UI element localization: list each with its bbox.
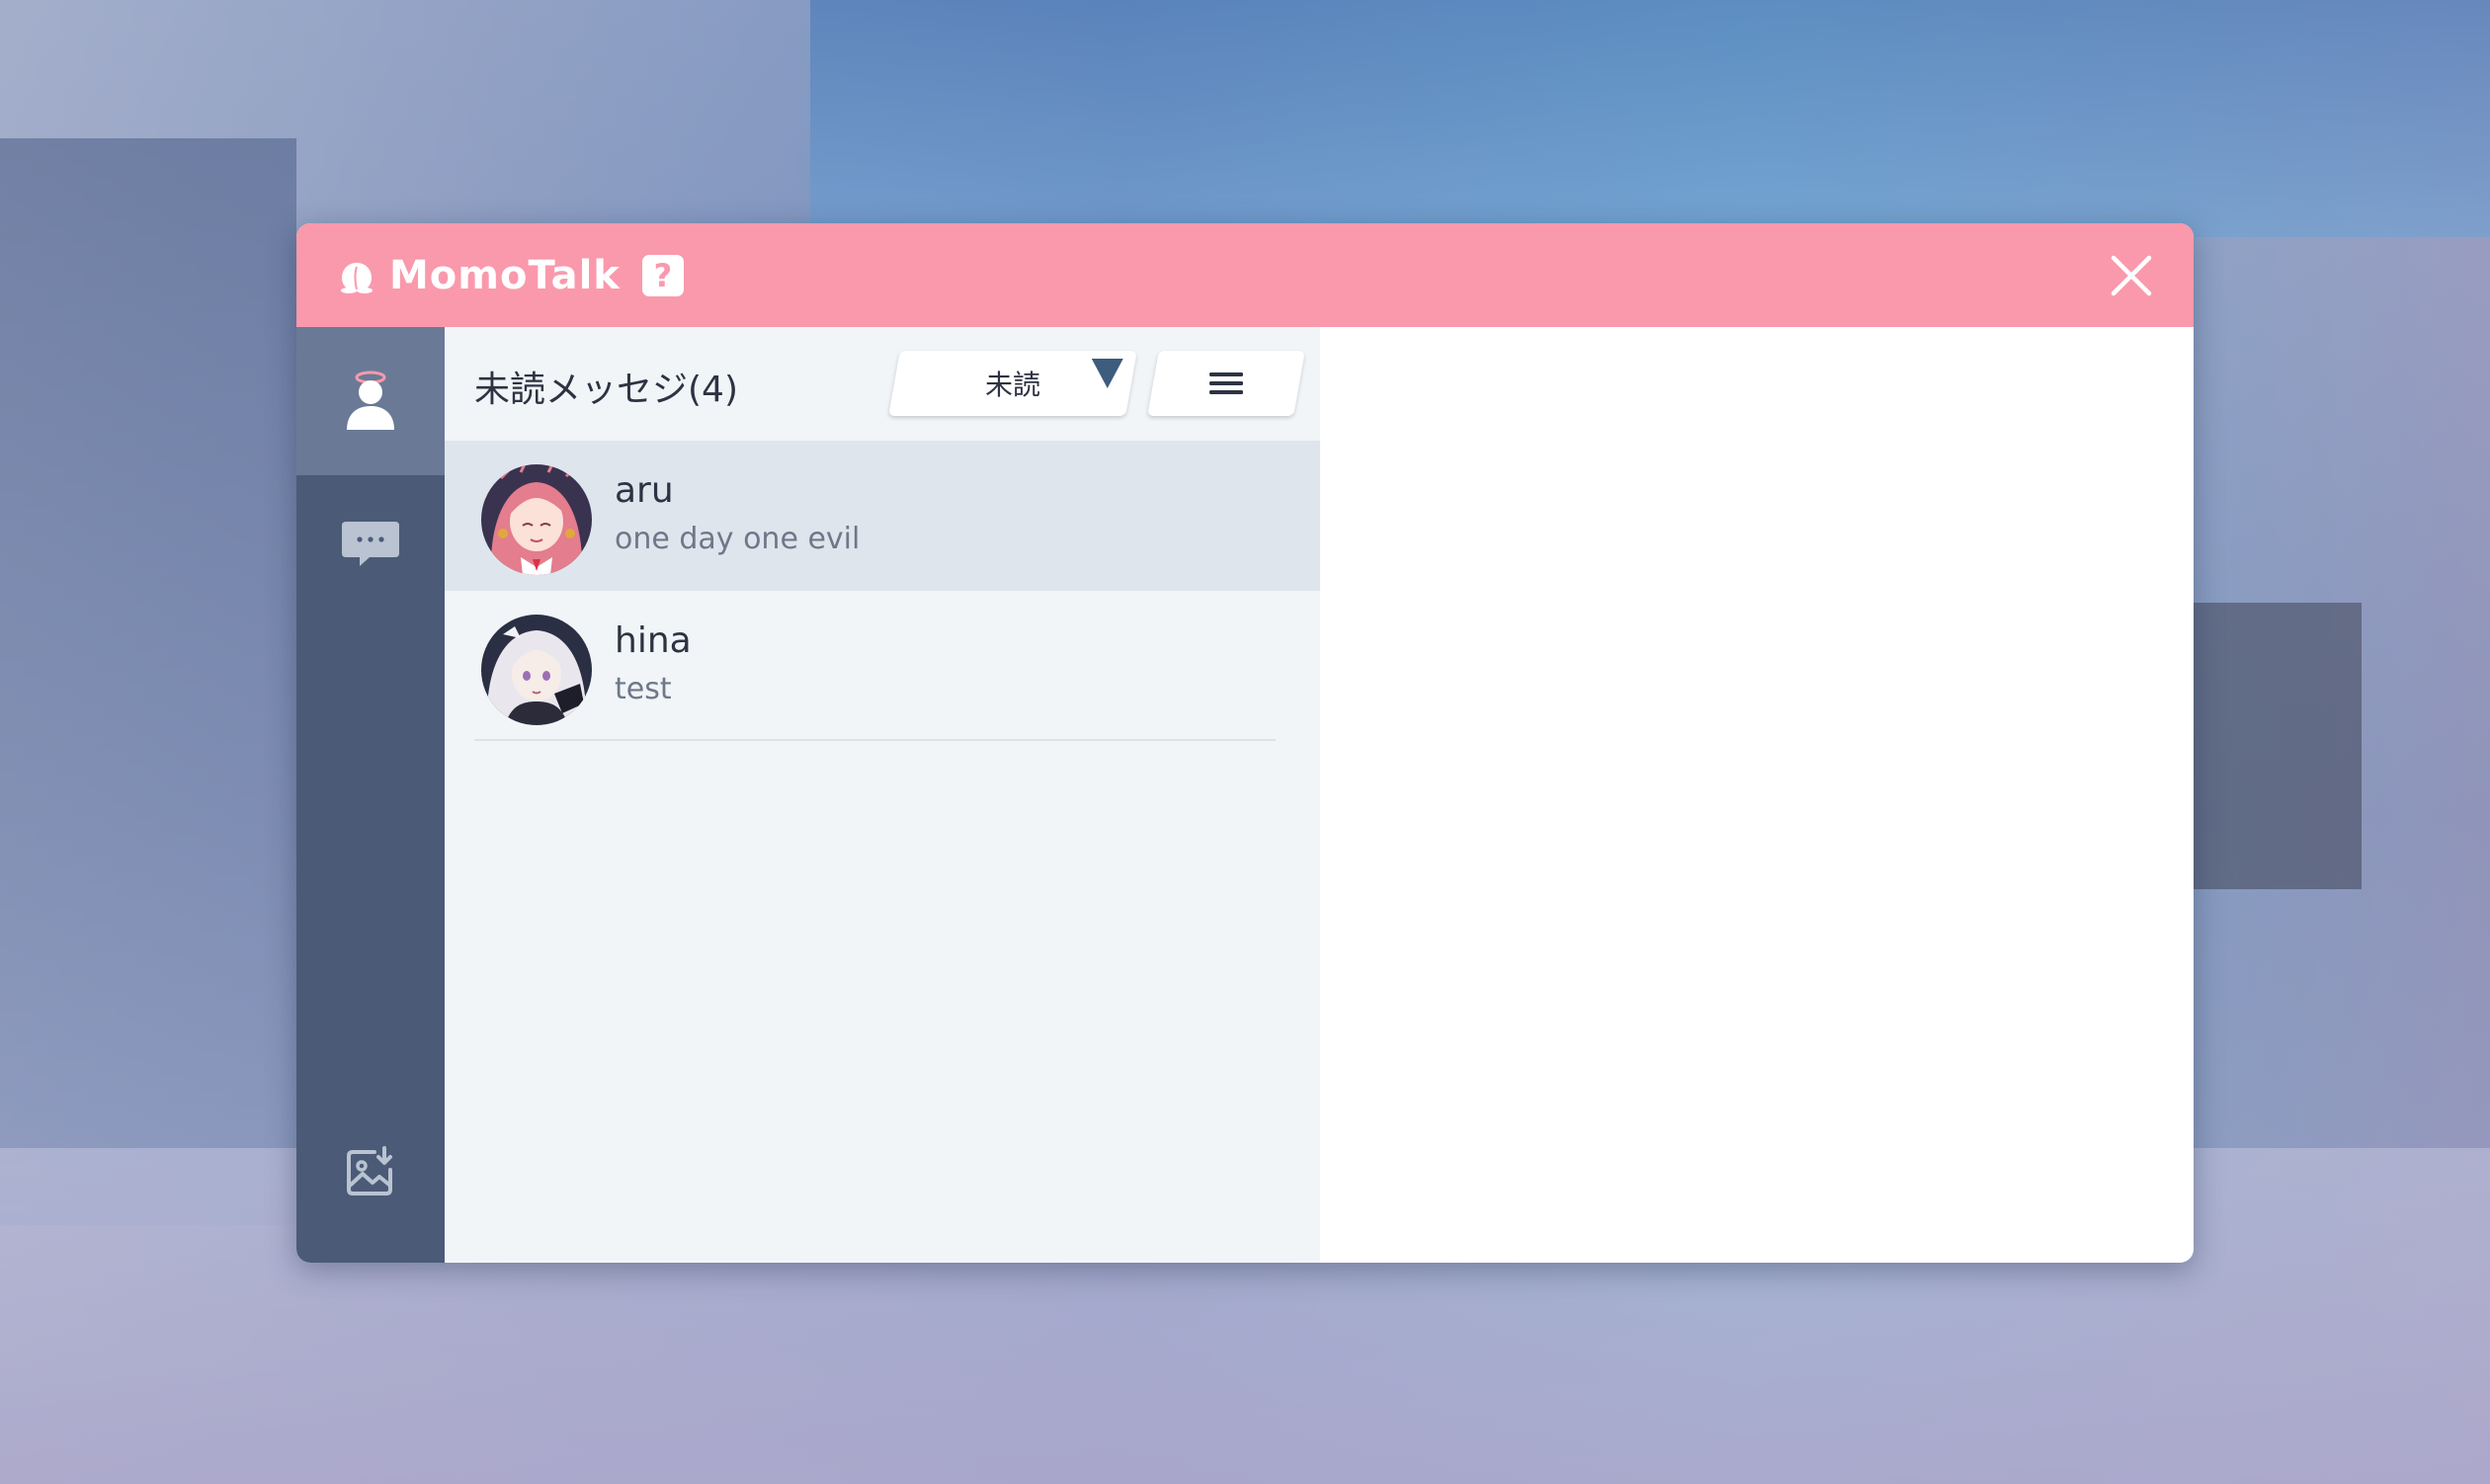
background-wall (0, 138, 296, 1225)
chat-bubble-icon (342, 522, 399, 566)
close-button[interactable] (2107, 251, 2156, 300)
app-title: MomoTalk (389, 253, 621, 298)
row-divider (474, 739, 1276, 741)
contact-name: aru (615, 470, 674, 511)
avatar-hina (481, 615, 592, 725)
contact-last-message: one day one evil (615, 522, 861, 556)
sidebar-item-students[interactable] (296, 327, 445, 475)
contact-item-aru[interactable]: aru one day one evil (445, 441, 1320, 591)
image-download-icon (347, 1146, 392, 1195)
chat-pane (1320, 327, 2194, 1263)
contact-item-hina[interactable]: hina test (445, 591, 1320, 741)
momotalk-window: MomoTalk ? 未読メッセジ(4) 未読 aru one day one … (296, 223, 2194, 1263)
title-bar: MomoTalk ? (296, 223, 2194, 327)
peach-logo-icon (338, 257, 375, 294)
contact-name: hina (615, 620, 692, 661)
sidebar-item-chats[interactable] (296, 475, 445, 614)
sidebar-item-save-image[interactable] (296, 1108, 445, 1236)
list-header: 未読メッセジ(4) 未読 (445, 327, 1320, 441)
student-icon (347, 371, 394, 430)
avatar-aru (481, 464, 592, 575)
sidebar (296, 327, 445, 1263)
brand: MomoTalk ? (338, 253, 684, 298)
unread-messages-title: 未読メッセジ(4) (474, 370, 738, 410)
dropdown-triangle-icon (1091, 359, 1123, 388)
menu-button[interactable] (1147, 351, 1305, 416)
close-icon (2111, 255, 2152, 296)
sort-dropdown[interactable]: 未読 (888, 351, 1137, 416)
message-list-pane: 未読メッセジ(4) 未読 aru one day one evil hina t… (445, 327, 1320, 1263)
contact-last-message: test (615, 672, 672, 706)
background-shelf (2164, 603, 2362, 889)
background-window (810, 0, 2490, 237)
hamburger-menu-icon (1209, 372, 1243, 394)
help-button[interactable]: ? (641, 255, 684, 296)
